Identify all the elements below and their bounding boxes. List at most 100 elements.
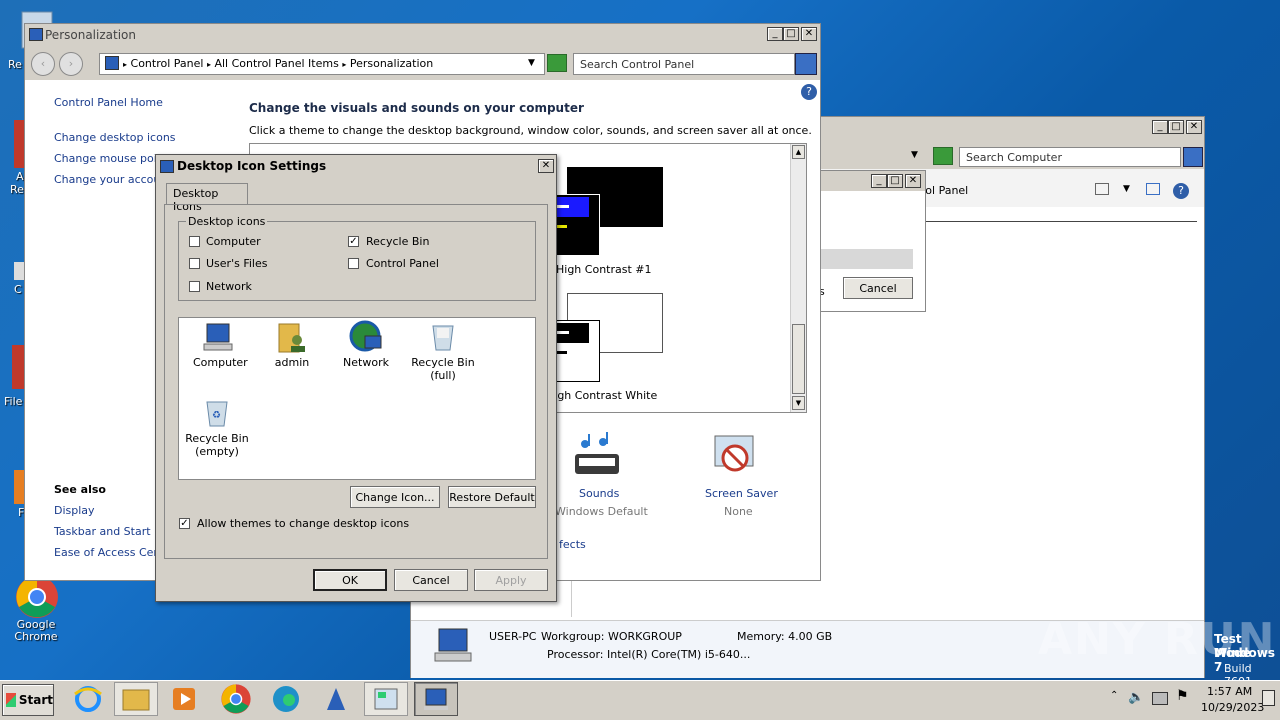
close-button[interactable]: ✕ (538, 159, 554, 173)
start-button[interactable]: Start (2, 684, 54, 716)
apply-button[interactable]: Apply (474, 569, 548, 591)
breadcrumb-all-items[interactable]: All Control Panel Items (214, 57, 338, 70)
scrollbar[interactable]: ▲ ▼ (790, 144, 806, 412)
maximize-button[interactable]: □ (887, 174, 903, 188)
chrome-desktop-label: Google Chrome (14, 618, 58, 643)
gray-band (821, 249, 913, 269)
control-panel-checkbox[interactable] (348, 258, 359, 269)
help-icon[interactable]: ? (1173, 183, 1189, 199)
clock-date[interactable]: 10/29/2023 (1201, 701, 1264, 714)
page-heading: Change the visuals and sounds on your co… (249, 101, 584, 115)
cancel-button[interactable]: Cancel (843, 277, 913, 299)
network-tray-icon[interactable] (1152, 692, 1168, 705)
maximize-button[interactable]: □ (783, 27, 799, 41)
users-files-checkbox[interactable] (189, 258, 200, 269)
screensaver-value: None (724, 505, 753, 518)
sounds-icon[interactable] (573, 432, 621, 480)
computer-search-input[interactable]: Search Computer (959, 147, 1181, 167)
change-desktop-icons-link[interactable]: Change desktop icons (54, 131, 176, 144)
volume-icon[interactable]: 🔈 (1128, 690, 1144, 705)
windows-logo-icon (6, 693, 16, 707)
recycle-bin-full-label: Recycle Bin (full) (411, 356, 475, 382)
back-button[interactable]: ‹ (31, 52, 55, 76)
breadcrumb-control-panel[interactable]: Control Panel (131, 57, 204, 70)
cp-folder-icon (105, 56, 119, 70)
user-folder-icon[interactable] (277, 322, 307, 354)
change-icon-button[interactable]: Change Icon... (350, 486, 440, 508)
app-icon[interactable] (314, 682, 358, 716)
icon-list[interactable]: Computer admin Network Recycle Bin (full… (178, 317, 536, 480)
users-files-checkbox-label: User's Files (206, 257, 268, 270)
cancel-button[interactable]: Cancel (394, 569, 468, 591)
chrome-icon[interactable] (214, 682, 258, 716)
close-button[interactable]: ✕ (801, 27, 817, 41)
address-dropdown-icon[interactable]: ▼ (528, 58, 535, 68)
effects-partial-link[interactable]: fects (559, 538, 586, 551)
refresh-icon[interactable] (933, 147, 953, 165)
pc-name: USER-PC (489, 630, 537, 643)
network-checkbox[interactable] (189, 281, 200, 292)
divider (925, 221, 1197, 222)
clock-time[interactable]: 1:57 AM (1207, 685, 1252, 698)
sounds-label[interactable]: Sounds (579, 487, 619, 500)
search-icon[interactable] (795, 53, 817, 75)
personalization-titlebar: Personalization (25, 24, 820, 46)
left-pane-border (571, 577, 572, 617)
screensaver-label[interactable]: Screen Saver (705, 487, 778, 500)
refresh-icon[interactable] (547, 54, 567, 72)
computer-icon[interactable] (201, 322, 235, 352)
breadcrumb-personalization[interactable]: Personalization (350, 57, 433, 70)
computer-checkbox[interactable] (189, 236, 200, 247)
tray-up-arrow-icon[interactable]: ⌃ (1110, 690, 1118, 701)
system-dialog: _ □ ✕ s Cancel (819, 170, 926, 312)
personalization-taskbar-icon[interactable] (414, 682, 458, 716)
explorer-icon[interactable] (114, 682, 158, 716)
computer-icon-label: Computer (193, 356, 248, 369)
recycle-bin-checkbox[interactable]: ✓ (348, 236, 359, 247)
recycle-bin-empty-icon[interactable]: ♻ (203, 396, 231, 428)
ok-button[interactable]: OK (313, 569, 387, 591)
tab-desktop-icons[interactable]: Desktop Icons (166, 183, 248, 213)
desktop-icon-settings-dialog: Desktop Icon Settings ✕ Desktop Icons De… (155, 154, 557, 602)
help-icon[interactable]: ? (801, 84, 817, 100)
chevron-down-icon[interactable]: ▼ (1123, 184, 1130, 194)
show-desktop-button[interactable] (1262, 690, 1275, 706)
allow-themes-checkbox[interactable]: ✓ (179, 518, 190, 529)
close-button[interactable]: ✕ (1186, 120, 1202, 134)
search-input[interactable]: Search Control Panel (573, 53, 795, 75)
forward-button[interactable]: › (59, 52, 83, 76)
media-player-icon[interactable] (162, 682, 206, 716)
recycle-bin-empty-label: Recycle Bin (empty) (185, 432, 249, 458)
network-icon-label: Network (343, 356, 389, 369)
screensaver-icon[interactable] (711, 432, 761, 480)
edge-icon[interactable] (264, 682, 308, 716)
minimize-button[interactable]: _ (1152, 120, 1168, 134)
maximize-button[interactable]: □ (1168, 120, 1184, 134)
page-subheading: Click a theme to change the desktop back… (249, 124, 812, 137)
view-icon[interactable] (1095, 183, 1109, 195)
flag-icon[interactable]: ⚑ (1176, 688, 1189, 704)
computer-status-icon (431, 627, 475, 665)
network-checkbox-label: Network (206, 280, 252, 293)
desktop-icon-label: File (4, 395, 23, 408)
desktop-icon-label: C (14, 283, 22, 296)
control-panel-taskbar-icon[interactable] (364, 682, 408, 716)
network-icon[interactable] (349, 320, 383, 352)
ie-icon[interactable] (66, 682, 110, 716)
processor: Processor: Intel(R) Core(TM) i5-640... (547, 648, 751, 661)
search-icon[interactable] (1183, 147, 1203, 167)
recycle-bin-full-icon[interactable] (429, 320, 457, 352)
theme-hc1-label[interactable]: High Contrast #1 (556, 263, 652, 276)
minimize-button[interactable]: _ (871, 174, 887, 188)
memory: Memory: 4.00 GB (737, 630, 833, 643)
restore-default-button[interactable]: Restore Default (448, 486, 536, 508)
display-link[interactable]: Display (54, 504, 95, 517)
theme-hcw-label[interactable]: High Contrast White (546, 389, 657, 402)
preview-pane-icon[interactable] (1146, 183, 1160, 195)
dropdown-arrow-icon[interactable]: ▼ (911, 150, 918, 160)
control-panel-home-link[interactable]: Control Panel Home (54, 96, 163, 109)
minimize-button[interactable]: _ (767, 27, 783, 41)
close-button[interactable]: ✕ (905, 174, 921, 188)
partial-label: rol Panel (921, 184, 969, 197)
dialog-title-icon (160, 160, 174, 173)
